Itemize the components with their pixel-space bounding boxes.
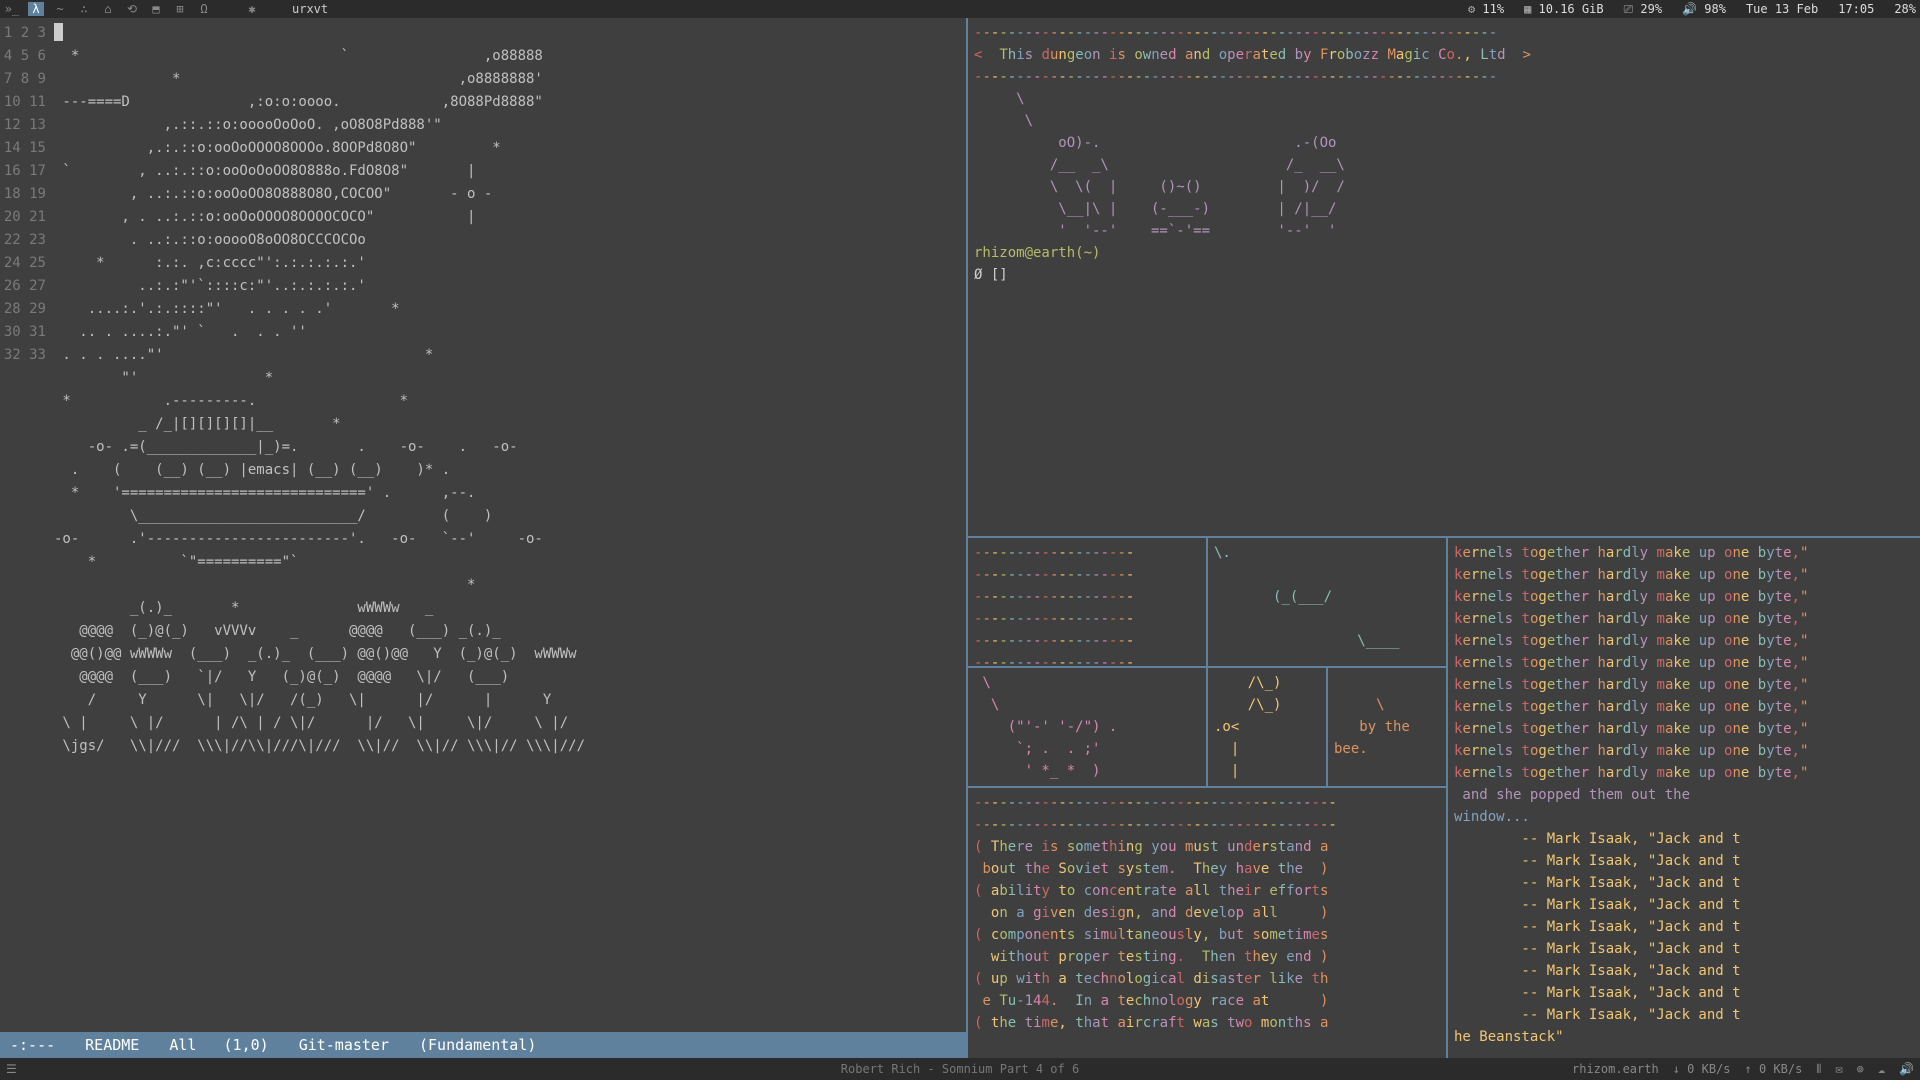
tiling-area: 1 2 3 4 5 6 7 8 9 10 11 12 13 14 15 16 1…	[0, 18, 1920, 1058]
modeline-flags: -:---	[10, 1036, 55, 1054]
quote-text: ( There is something you must understand…	[974, 839, 1328, 1031]
banner-text: < This dungeon is owned and operated by …	[974, 47, 1531, 63]
net-up: ↑ 0 KB/s	[1745, 1062, 1803, 1077]
ram-status: ▦ 10.16 GiB	[1524, 2, 1603, 17]
modeline-mode: (Fundamental)	[419, 1036, 536, 1054]
tile-a[interactable]: ------------------- ------------------- …	[968, 538, 1208, 666]
time-status: 17:05	[1838, 2, 1874, 17]
tray-icon[interactable]: ✉	[1835, 1062, 1842, 1077]
shell-prompt: rhizom@earth(~)	[974, 245, 1100, 261]
workspace-switcher[interactable]: »_ λ ~ ∴ ⌂ ⟲ ⬒ ⊞ Ω ✱ urxvt	[4, 2, 328, 16]
cpu-status: ⎚ 29%	[1624, 2, 1663, 17]
battery-status: ⚙ 11%	[1468, 2, 1504, 17]
cowsay-art: \ \ oO)-. .-(Oo /__ _\ /_ __\ \ \( | ()~…	[974, 91, 1345, 239]
tile-e[interactable]: \ by the bee.	[1328, 668, 1446, 786]
ws-icon[interactable]: ∴	[76, 2, 92, 16]
modeline-position: All (1,0)	[169, 1036, 268, 1054]
lyrics-pane[interactable]: kernels together hardly make up one byte…	[1448, 538, 1920, 1058]
ws-icon[interactable]: ~	[52, 2, 68, 16]
modeline-vc: Git-master	[299, 1036, 389, 1054]
quote-pane[interactable]: ----------------------------------------…	[968, 788, 1446, 1058]
hostname: rhizom.earth	[1572, 1062, 1659, 1077]
line-gutter: 1 2 3 4 5 6 7 8 9 10 11 12 13 14 15 16 1…	[0, 18, 54, 1032]
tray-icon[interactable]: ⊚	[1857, 1062, 1864, 1077]
tile-b[interactable]: \. (_(___/ \____	[1208, 538, 1446, 666]
status-tray: ⚙ 11% ▦ 10.16 GiB ⎚ 29% 🔊 98% Tue 13 Feb…	[1468, 2, 1916, 17]
rainbow-dashes: ------------------- ------------------- …	[974, 545, 1134, 666]
tray-icon[interactable]: ☁	[1878, 1062, 1885, 1077]
cursor-icon	[54, 23, 63, 41]
ws-icon[interactable]: Ω	[196, 2, 212, 16]
emacs-modeline: -:--- README All (1,0) Git-master (Funda…	[0, 1032, 966, 1058]
bottom-panel: ☰ Robert Rich - Somnium Part 4 of 6 rhiz…	[0, 1058, 1920, 1080]
ws-icon[interactable]: ⌂	[100, 2, 116, 16]
banner-dashes: ----------------------------------------…	[974, 69, 1497, 85]
tile-d[interactable]: /\_) /\_) .o< | |	[1208, 668, 1328, 786]
ascii-art: * ` ,o88888 * ,o8888888' ---====D ,:o:o:…	[54, 48, 585, 754]
tray-icon[interactable]: 🔊	[1899, 1062, 1914, 1077]
top-panel: »_ λ ~ ∴ ⌂ ⟲ ⬒ ⊞ Ω ✱ urxvt ⚙ 11% ▦ 10.16…	[0, 0, 1920, 18]
misc-status: 28%	[1894, 2, 1916, 17]
ws-icon[interactable]: ⬒	[148, 2, 164, 16]
buffer-area[interactable]: * ` ,o88888 * ,o8888888' ---====D ,:o:o:…	[54, 18, 966, 1032]
now-playing: Robert Rich - Somnium Part 4 of 6	[841, 1062, 1079, 1076]
ws-icon[interactable]: λ	[28, 2, 44, 16]
menu-icon[interactable]: ☰	[6, 1062, 17, 1076]
banner-dashes: ----------------------------------------…	[974, 25, 1497, 41]
date-status: Tue 13 Feb	[1746, 2, 1818, 17]
ws-icon[interactable]: »_	[4, 2, 20, 16]
window-title: urxvt	[292, 2, 328, 16]
tray-icon[interactable]: ⫴	[1816, 1062, 1821, 1077]
tile-c[interactable]: \ \ ("'-' '-/") . `; . . ;' ' *_ * )	[968, 668, 1208, 786]
modeline-buffer: README	[85, 1036, 139, 1054]
shell-ps2: Ø []	[974, 267, 1008, 283]
rainbow-dashes: ----------------------------------------…	[974, 795, 1337, 833]
net-down: ↓ 0 KB/s	[1673, 1062, 1731, 1077]
terminal-pane[interactable]: ----------------------------------------…	[968, 18, 1920, 538]
emacs-pane[interactable]: 1 2 3 4 5 6 7 8 9 10 11 12 13 14 15 16 1…	[0, 18, 968, 1058]
ws-icon[interactable]: ✱	[244, 2, 260, 16]
ws-icon[interactable]: ⟲	[124, 2, 140, 16]
volume-status: 🔊 98%	[1682, 2, 1726, 17]
ws-icon[interactable]: ⊞	[172, 2, 188, 16]
